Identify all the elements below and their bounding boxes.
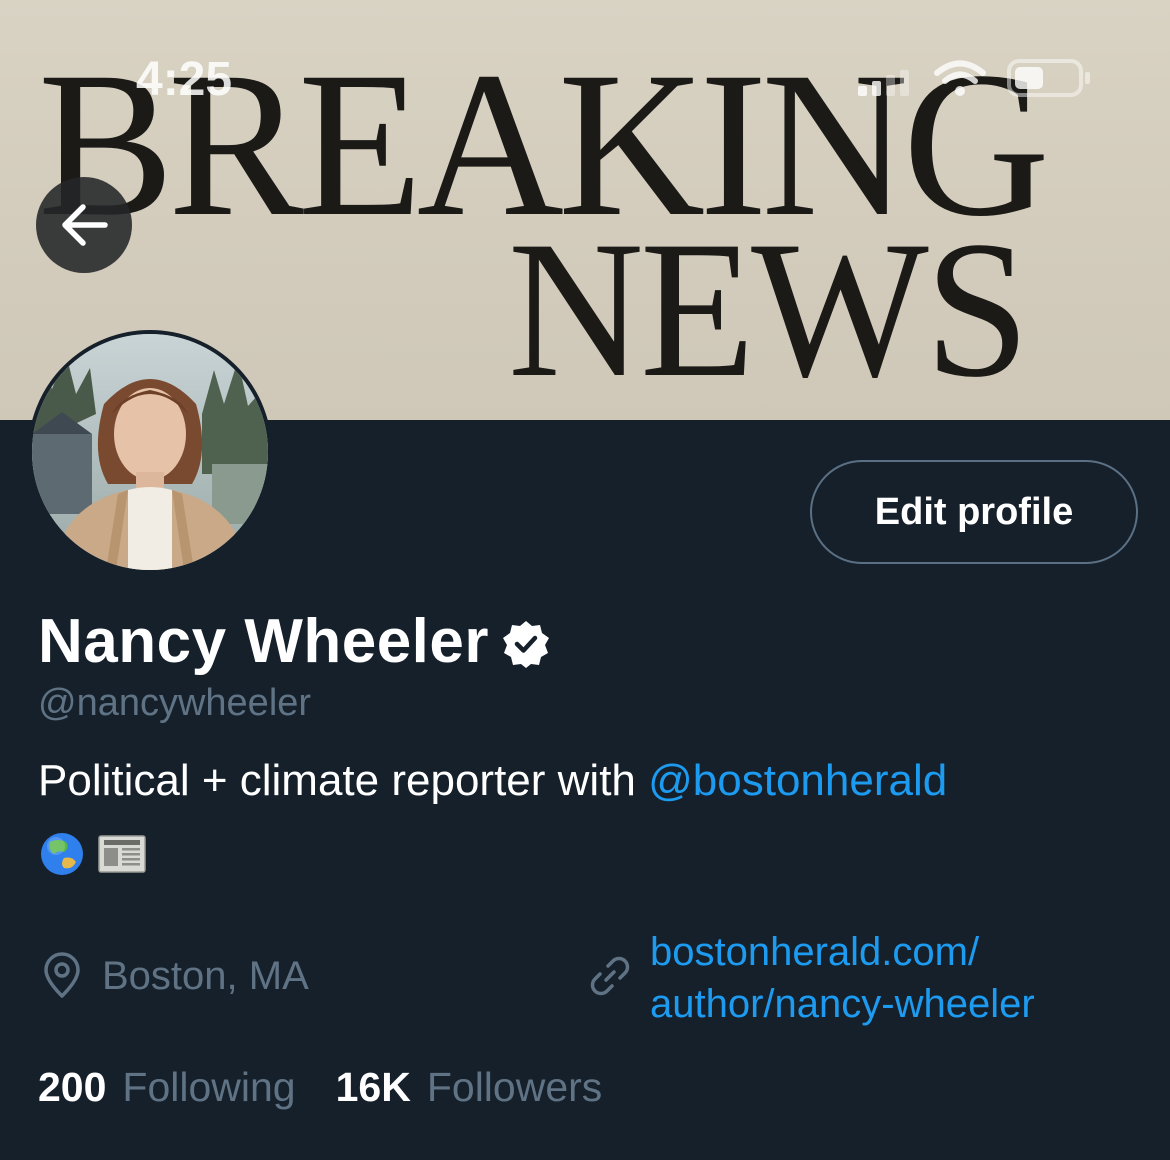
- bio-emoji-row: [38, 832, 146, 876]
- website-link[interactable]: bostonherald.com/ author/nancy-wheeler: [650, 926, 1035, 1030]
- avatar-image: [32, 334, 268, 570]
- link-icon: [590, 956, 630, 996]
- location-row: Boston, MA: [40, 952, 309, 1000]
- following-stat[interactable]: 200 Following: [38, 1064, 296, 1111]
- location-text: Boston, MA: [102, 953, 309, 998]
- edit-profile-button[interactable]: Edit profile: [810, 460, 1138, 564]
- banner-headline-news: NEWS: [508, 201, 1030, 418]
- newspaper-emoji-icon: [98, 835, 146, 873]
- location-pin-icon: [44, 952, 80, 998]
- display-name: Nancy Wheeler: [38, 607, 490, 676]
- back-button[interactable]: [36, 177, 132, 273]
- website-link-line2: author/nancy-wheeler: [650, 982, 1035, 1026]
- followers-count: 16K: [335, 1064, 411, 1110]
- followers-label: Followers: [426, 1064, 603, 1110]
- website-row[interactable]: bostonherald.com/ author/nancy-wheeler: [586, 926, 1035, 1030]
- signal-icon: [858, 70, 909, 96]
- bio-text: Political + climate reporter with: [38, 756, 649, 805]
- verified-badge-icon: [503, 620, 550, 668]
- following-count: 200: [38, 1064, 107, 1110]
- status-bar: 4:25: [0, 0, 1170, 110]
- bio-mention-link[interactable]: @bostonherald: [648, 756, 947, 805]
- website-link-line1: bostonherald.com/: [650, 930, 980, 974]
- user-handle: @nancywheeler: [38, 682, 312, 724]
- name-row: Nancy Wheeler: [38, 606, 551, 677]
- globe-asia-australia-emoji-icon: [41, 833, 83, 875]
- arrow-left-icon: [62, 204, 108, 246]
- followers-stat[interactable]: 16K Followers: [336, 1064, 603, 1111]
- status-time: 4:25: [136, 53, 233, 106]
- wifi-icon: [934, 60, 986, 96]
- bio: Political + climate reporter with @bosto…: [38, 756, 947, 806]
- avatar[interactable]: [28, 330, 272, 574]
- follow-stats: 200 Following 16K Followers: [38, 1064, 602, 1111]
- following-label: Following: [122, 1064, 296, 1110]
- battery-icon: [1007, 59, 1090, 97]
